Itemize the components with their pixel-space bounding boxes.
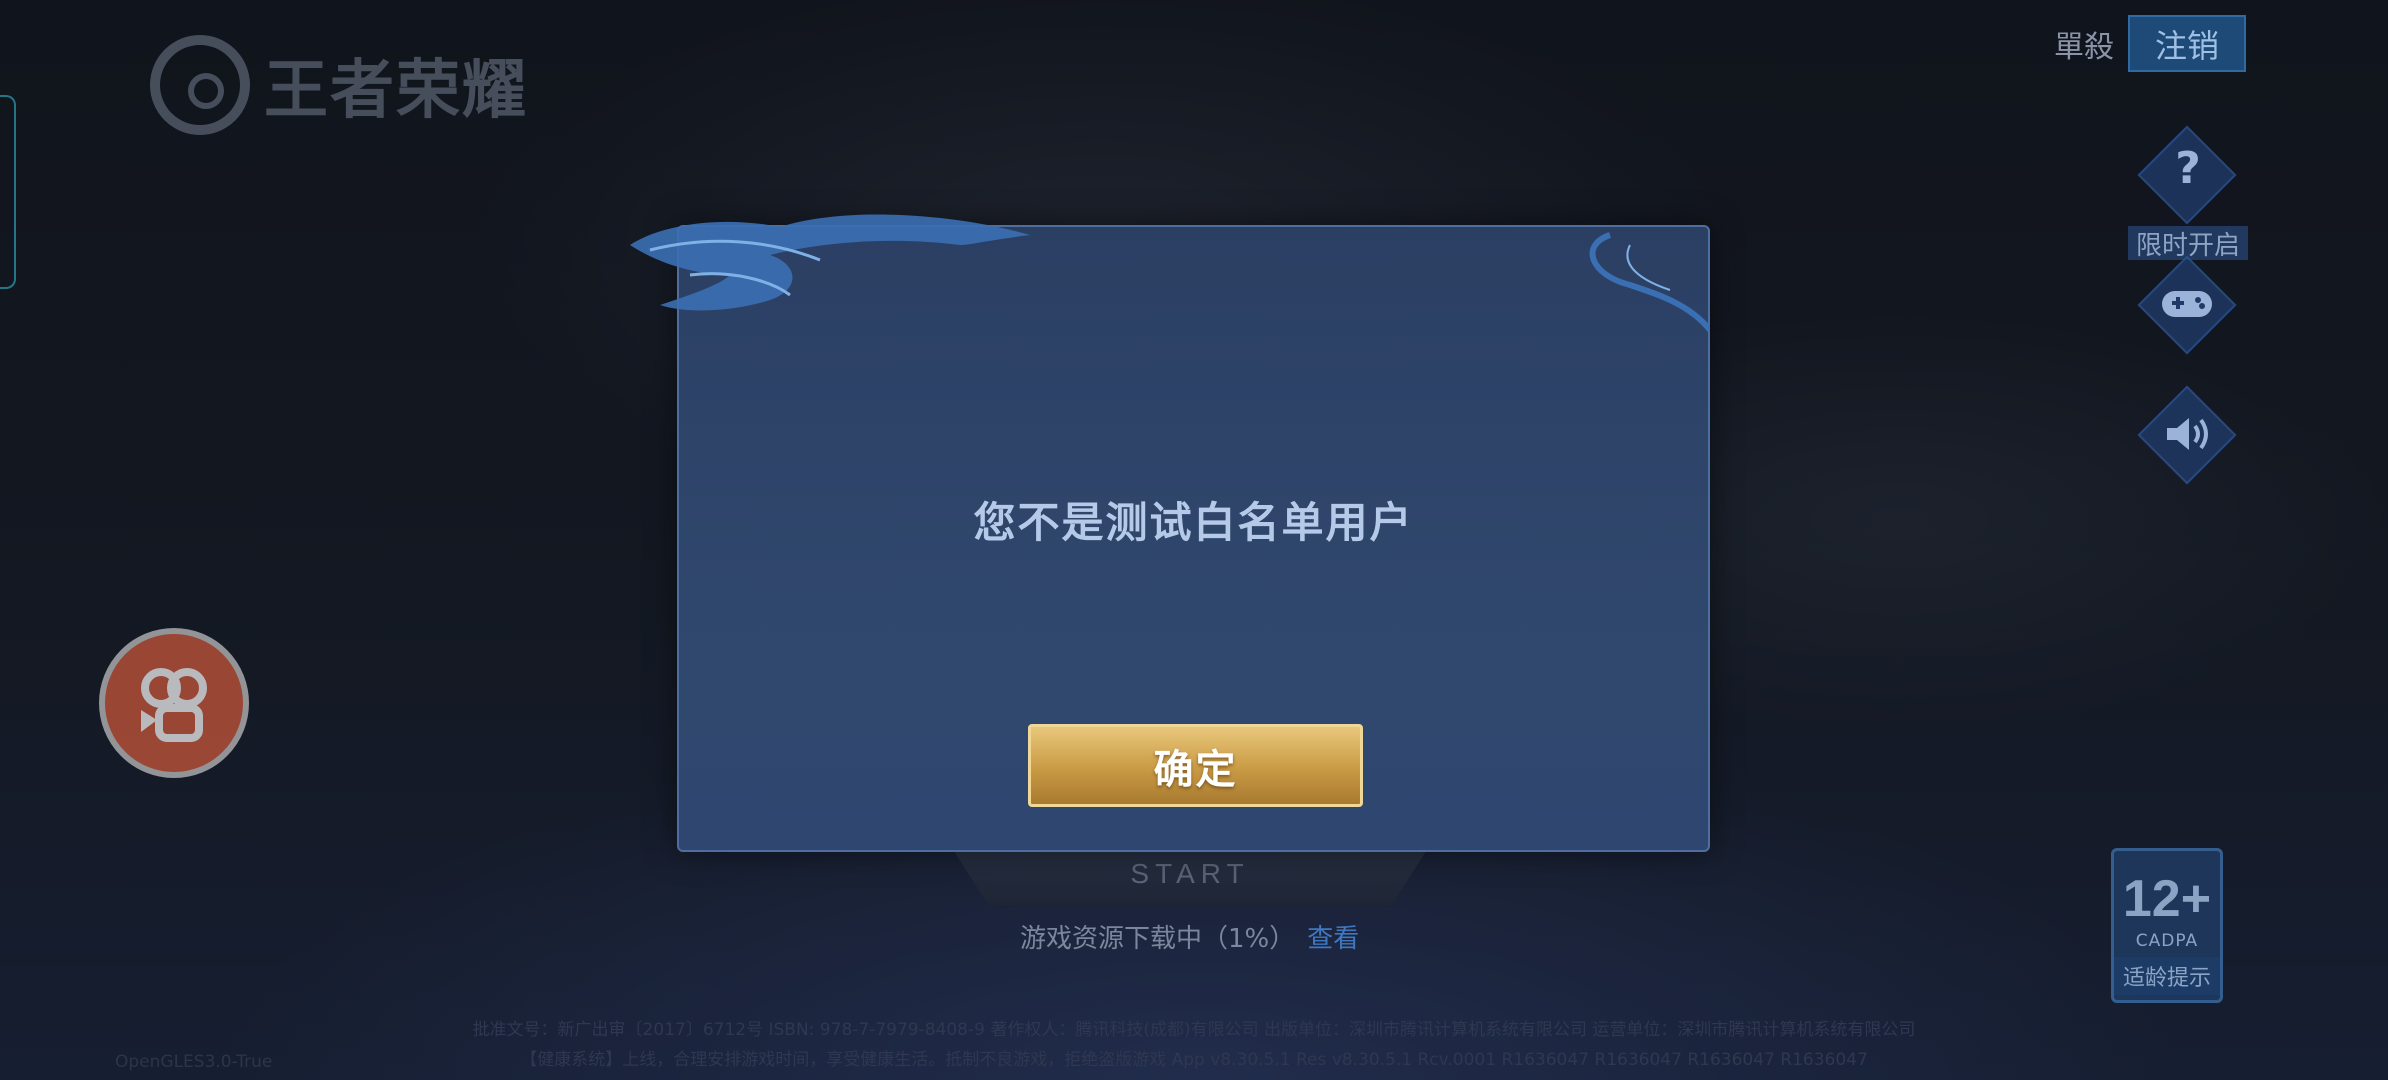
confirm-button[interactable]: 确定 [1028,724,1363,807]
logo-text: 王者荣耀 [264,53,528,128]
license-info: 批准文号：新广出审〔2017〕6712号 ISBN: 978-7-7979-84… [472,1020,1916,1040]
age-rating-tip: 适龄提示 [2114,957,2220,995]
download-status: 游戏资源下载中（1%） 查看 [1020,918,1359,955]
build-info: OpenGLES3.0-True [115,1052,273,1072]
download-progress-text: 游戏资源下载中（1%） [1020,924,1296,954]
top-right-bar: 單殺 注销 [2054,15,2246,72]
video-camera-icon [141,668,207,742]
age-rating-badge: 12+ CADPA 适龄提示 [2111,848,2223,1003]
limited-time-label: 限时开启 [2128,226,2248,261]
logout-button[interactable]: 注销 [2128,15,2246,72]
whitelist-dialog: 您不是测试白名单用户 确定 [677,225,1710,852]
dialog-message: 您不是测试白名单用户 [973,498,1414,547]
record-button[interactable] [99,628,249,778]
age-rating-value: 12+ [2122,870,2212,928]
age-rating-org: CADPA [2135,931,2199,951]
start-label: START [1130,858,1250,889]
gamepad-icon [2160,285,2214,321]
game-logo: 王者荣耀 [150,35,528,135]
health-notice: 【健康系统】上线，合理安排游戏时间，享受健康生活。抵制不良游戏，拒绝盗版游戏 A… [520,1050,1868,1070]
question-icon: ? [2175,143,2201,194]
solo-label: 單殺 [2054,29,2114,65]
download-view-link[interactable]: 查看 [1307,918,1359,955]
side-drawer-handle[interactable] [0,95,16,289]
logo-emblem-icon [150,35,250,135]
speaker-icon [2163,414,2213,454]
